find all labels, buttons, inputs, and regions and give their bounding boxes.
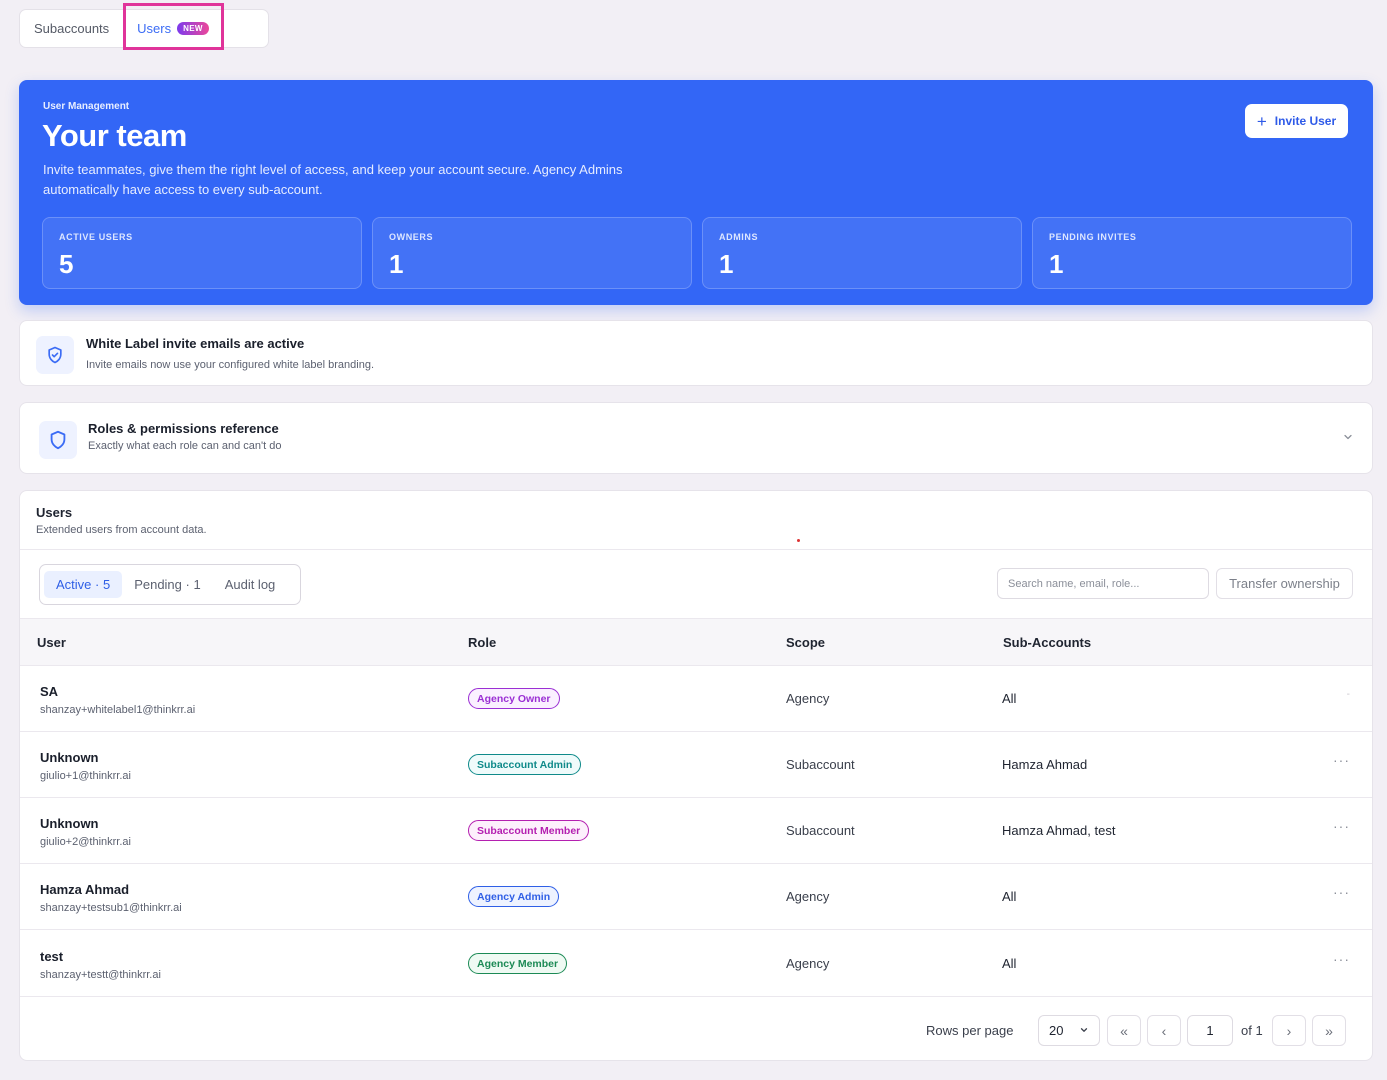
next-page-button[interactable]: › — [1272, 1015, 1306, 1046]
column-header-user: User — [37, 635, 66, 650]
role-badge: Agency Owner — [468, 688, 560, 709]
stat-value: 1 — [389, 249, 404, 279]
user-sub-accounts: All — [1002, 889, 1017, 904]
users-table-card: Users Extended users from account data. … — [19, 490, 1373, 1061]
table-row[interactable]: SA shanzay+whitelabel1@thinkrr.ai Agency… — [20, 666, 1372, 732]
tab-subaccounts[interactable]: Subaccounts — [20, 10, 123, 47]
rows-per-page-value: 20 — [1049, 1023, 1064, 1038]
table-row[interactable]: Unknown giulio+1@thinkrr.ai Subaccount A… — [20, 732, 1372, 798]
stat-value: 1 — [719, 249, 734, 279]
no-action-placeholder: - — [1346, 689, 1350, 700]
top-tabs: Subaccounts Users NEW — [19, 9, 269, 48]
shield-check-icon — [36, 336, 74, 374]
table-header: User Role Scope Sub-Accounts — [20, 618, 1372, 666]
user-sub-accounts: All — [1002, 956, 1017, 971]
stat-pending-invites: PENDING INVITES 1 — [1032, 217, 1352, 289]
more-actions-icon[interactable]: ··· — [1333, 818, 1350, 834]
user-name: Unknown — [40, 750, 99, 765]
red-dot — [797, 539, 800, 542]
chevron-down-icon[interactable] — [1342, 430, 1354, 448]
new-badge: NEW — [177, 22, 209, 35]
table-row[interactable]: test shanzay+testt@thinkrr.ai Agency Mem… — [20, 931, 1372, 997]
chevron-down-icon — [1079, 1023, 1089, 1038]
stat-owners: OWNERS 1 — [372, 217, 692, 289]
user-scope: Agency — [786, 691, 830, 706]
stat-value: 1 — [1049, 249, 1064, 279]
user-sub-accounts: Hamza Ahmad — [1002, 757, 1088, 772]
white-label-notice: White Label invite emails are active Inv… — [19, 320, 1373, 386]
role-badge: Subaccount Admin — [468, 754, 582, 775]
more-actions-icon[interactable]: ··· — [1333, 884, 1350, 900]
user-sub-accounts: Hamza Ahmad, test — [1002, 823, 1116, 838]
segment-active[interactable]: Active · 5 — [44, 571, 123, 598]
hero-description: Invite teammates, give them the right le… — [43, 162, 623, 197]
stat-admins: ADMINS 1 — [702, 217, 1022, 289]
column-header-sub-accounts: Sub-Accounts — [1003, 635, 1092, 650]
plus-icon: + — [1256, 111, 1267, 131]
user-name: Hamza Ahmad — [40, 882, 130, 897]
user-name: Unknown — [40, 816, 99, 831]
roles-title: Roles & permissions reference — [88, 421, 279, 436]
user-name: test — [40, 949, 64, 964]
transfer-ownership-button[interactable]: Transfer ownership — [1216, 568, 1353, 599]
user-name: SA — [40, 684, 59, 699]
invite-user-button[interactable]: + Invite User — [1245, 104, 1348, 138]
user-scope: Subaccount — [786, 757, 855, 772]
stat-label: ADMINS — [719, 232, 759, 242]
white-label-subtitle: Invite emails now use your configured wh… — [86, 359, 374, 371]
users-title: Users — [36, 505, 73, 520]
user-email: shanzay+whitelabel1@thinkrr.ai — [40, 704, 196, 716]
stat-label: ACTIVE USERS — [59, 232, 133, 242]
tab-users-label: Users — [137, 21, 172, 36]
white-label-title: White Label invite emails are active — [86, 336, 305, 351]
role-badge: Agency Member — [468, 953, 568, 974]
users-subtitle: Extended users from account data. — [36, 524, 207, 536]
user-email: giulio+1@thinkrr.ai — [40, 770, 131, 782]
tab-subaccounts-label: Subaccounts — [34, 21, 110, 36]
search-input[interactable] — [997, 568, 1209, 599]
user-scope: Subaccount — [786, 823, 855, 838]
stat-active-users: ACTIVE USERS 5 — [42, 217, 362, 289]
page-count-label: of 1 — [1241, 1023, 1263, 1038]
user-sub-accounts: All — [1002, 691, 1017, 706]
user-email: shanzay+testsub1@thinkrr.ai — [40, 902, 182, 914]
stat-label: OWNERS — [389, 232, 434, 242]
column-header-role: Role — [468, 635, 497, 650]
more-actions-icon[interactable]: ··· — [1333, 951, 1350, 967]
hero-banner: User Management Your team Invite teammat… — [19, 80, 1373, 305]
user-scope: Agency — [786, 956, 830, 971]
role-badge: Subaccount Member — [468, 820, 590, 841]
segment-pending[interactable]: Pending · 1 — [122, 571, 213, 598]
segment-audit-log[interactable]: Audit log — [213, 571, 288, 598]
last-page-button[interactable]: » — [1312, 1015, 1346, 1046]
rows-per-page-select[interactable]: 20 — [1038, 1015, 1100, 1046]
roles-permissions-accordion[interactable]: Roles & permissions reference Exactly wh… — [19, 402, 1373, 474]
more-actions-icon[interactable]: ··· — [1333, 752, 1350, 768]
table-row[interactable]: Hamza Ahmad shanzay+testsub1@thinkrr.ai … — [20, 864, 1372, 930]
hero-eyebrow: User Management — [43, 101, 130, 112]
first-page-button[interactable]: « — [1107, 1015, 1141, 1046]
invite-user-label: Invite User — [1274, 114, 1337, 128]
column-header-scope: Scope — [786, 635, 826, 650]
previous-page-button[interactable]: ‹ — [1147, 1015, 1181, 1046]
stats-row: ACTIVE USERS 5 OWNERS 1 ADMINS 1 PENDING… — [42, 217, 1352, 289]
page-title: Your team — [42, 118, 187, 153]
user-status-segmented-control: Active · 5 Pending · 1 Audit log — [39, 564, 301, 605]
page-number-input[interactable] — [1187, 1015, 1233, 1046]
roles-subtitle: Exactly what each role can and can't do — [88, 440, 282, 452]
stat-value: 5 — [59, 249, 74, 279]
user-scope: Agency — [786, 889, 830, 904]
table-row[interactable]: Unknown giulio+2@thinkrr.ai Subaccount M… — [20, 798, 1372, 864]
divider — [20, 549, 1372, 550]
shield-icon — [39, 421, 77, 459]
tab-users[interactable]: Users NEW — [123, 10, 223, 47]
role-badge: Agency Admin — [468, 886, 560, 907]
stat-label: PENDING INVITES — [1049, 232, 1137, 242]
user-email: giulio+2@thinkrr.ai — [40, 836, 131, 848]
user-email: shanzay+testt@thinkrr.ai — [40, 969, 161, 981]
rows-per-page-label: Rows per page — [926, 1023, 1014, 1038]
